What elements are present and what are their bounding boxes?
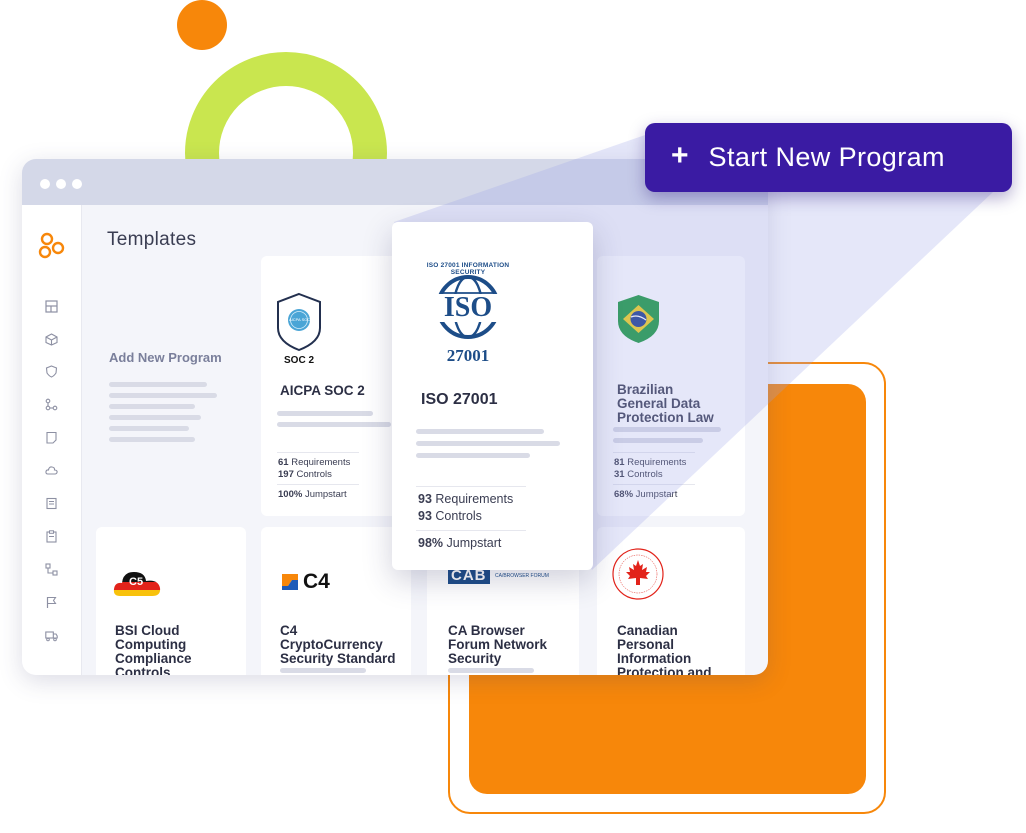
soc2-badge-label: SOC 2 bbox=[284, 355, 315, 366]
page-title: Templates bbox=[107, 229, 197, 250]
jumpstart-stat: 98% Jumpstart bbox=[418, 536, 502, 550]
iso-logo-main: ISO bbox=[428, 294, 508, 322]
divider bbox=[613, 484, 695, 485]
shield-icon[interactable] bbox=[45, 365, 58, 378]
window-dot bbox=[56, 179, 66, 189]
iso-logo-ring-text: ISO 27001 INFORMATION SECURITY bbox=[426, 262, 510, 276]
template-card-iso27001[interactable]: ISO 27001 INFORMATION SECURITY ISO 27001… bbox=[392, 222, 593, 570]
plus-icon: + bbox=[671, 138, 689, 172]
window-dot bbox=[72, 179, 82, 189]
card-title: Brazilian General Data Protection Law bbox=[617, 382, 714, 425]
card-title: BSI Cloud Computing Compliance Controls bbox=[115, 623, 192, 676]
placeholder-line bbox=[416, 429, 544, 434]
placeholder-line bbox=[613, 427, 721, 432]
jumpstart-stat: 68% Jumpstart bbox=[614, 489, 678, 500]
add-new-program-label: Add New Program bbox=[109, 350, 222, 365]
requirements-stat: 93 Requirements bbox=[418, 492, 514, 506]
divider bbox=[277, 452, 359, 453]
placeholder-line bbox=[416, 453, 530, 458]
window-dot bbox=[40, 179, 50, 189]
cab-logo-subtitle: CA/BROWSER FORUM bbox=[495, 573, 549, 579]
sidebar bbox=[22, 205, 82, 675]
controls-stat: 31 Controls bbox=[614, 469, 663, 480]
c4-logo-icon bbox=[282, 574, 298, 590]
card-title: CA Browser Forum Network Security bbox=[448, 623, 548, 666]
divider bbox=[277, 484, 359, 485]
cube-icon[interactable] bbox=[45, 333, 58, 346]
clipboard-icon[interactable] bbox=[45, 530, 58, 543]
template-card-bsi[interactable]: C5 BSI Cloud Computing Compliance Controls bbox=[96, 527, 246, 675]
jumpstart-stat: 100% Jumpstart bbox=[278, 489, 347, 500]
iso-logo-number: 27001 bbox=[446, 346, 490, 365]
decorative-orange-dot bbox=[177, 0, 227, 50]
cab-logo-label: CAB bbox=[448, 568, 490, 584]
grid-icon[interactable] bbox=[45, 300, 58, 313]
app-logo-icon bbox=[38, 232, 65, 259]
placeholder-line bbox=[109, 382, 207, 387]
canada-maple-seal-icon bbox=[612, 548, 664, 600]
receipt-icon[interactable] bbox=[45, 497, 58, 510]
placeholder-line bbox=[109, 437, 195, 442]
card-title: ISO 27001 bbox=[421, 391, 498, 408]
soc2-badge-icon bbox=[277, 292, 321, 352]
placeholder-line bbox=[109, 404, 195, 409]
flow-icon[interactable] bbox=[45, 398, 58, 411]
requirements-stat: 61 Requirements bbox=[278, 457, 351, 468]
card-title: AICPA SOC 2 bbox=[280, 383, 365, 398]
start-new-program-label: Start New Program bbox=[708, 142, 945, 172]
flag-icon[interactable] bbox=[45, 596, 58, 609]
placeholder-line bbox=[280, 668, 366, 673]
controls-stat: 93 Controls bbox=[418, 509, 482, 523]
add-new-program-card[interactable]: Add New Program bbox=[98, 265, 248, 465]
truck-icon[interactable] bbox=[45, 629, 58, 642]
requirements-stat: 81 Requirements bbox=[614, 457, 687, 468]
card-title: Canadian Personal Information Protection an… bbox=[617, 623, 712, 676]
placeholder-line bbox=[277, 411, 373, 416]
placeholder-line bbox=[277, 422, 391, 427]
template-card-brazil[interactable]: Brazilian General Data Protection Law 81 R… bbox=[597, 256, 745, 516]
placeholder-line bbox=[416, 441, 560, 446]
divider bbox=[613, 452, 695, 453]
placeholder-line bbox=[109, 393, 217, 398]
start-new-program-button[interactable]: + Start New Program bbox=[645, 123, 1012, 192]
brazil-flag-shield-icon bbox=[618, 295, 659, 343]
network-icon[interactable] bbox=[45, 563, 58, 576]
c5-logo-label: C5 bbox=[129, 576, 144, 588]
divider bbox=[416, 530, 526, 531]
card-title: C4 CryptoCurrency Security Standard bbox=[280, 623, 396, 666]
bookmark-icon[interactable] bbox=[45, 431, 58, 444]
divider bbox=[416, 486, 526, 487]
template-card-soc2[interactable]: AICPA SOC SOC 2 AICPA SOC 2 61 Requireme… bbox=[261, 256, 411, 516]
placeholder-line bbox=[448, 668, 534, 673]
template-card-c4[interactable]: C4 C4 CryptoCurrency Security Standard bbox=[261, 527, 411, 675]
template-card-canada[interactable]: Canadian Personal Information Protection an… bbox=[597, 527, 745, 675]
placeholder-line bbox=[613, 438, 703, 443]
cloud-icon[interactable] bbox=[45, 464, 58, 477]
soc2-badge-inner-label: AICPA SOC bbox=[289, 317, 311, 322]
placeholder-line bbox=[109, 415, 201, 420]
controls-stat: 197 Controls bbox=[278, 469, 332, 480]
c4-logo-label: C4 bbox=[303, 570, 330, 593]
placeholder-line bbox=[109, 426, 189, 431]
